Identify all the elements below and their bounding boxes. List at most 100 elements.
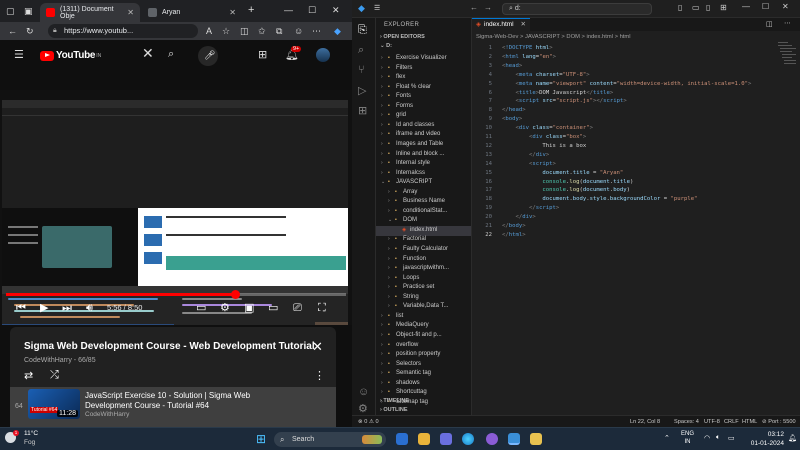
manage-gear-icon[interactable]: ⚙ <box>358 402 368 415</box>
minimap[interactable] <box>778 42 796 72</box>
folder-item[interactable]: › ▪ String <box>376 293 471 303</box>
code-line[interactable]: 9 <body> <box>472 115 800 124</box>
split-screen-icon[interactable]: ◫ <box>240 26 249 36</box>
folder-item[interactable]: › ▪ Semantic tag <box>376 369 471 379</box>
next-icon[interactable]: ⏭ <box>62 301 72 315</box>
cast-icon[interactable]: ⎚ <box>293 301 302 315</box>
folder-item[interactable]: › ▪ Practice set <box>376 283 471 293</box>
folder-item[interactable]: › ▪ Filters <box>376 64 471 74</box>
line-endings[interactable]: CRLF <box>724 417 739 427</box>
folder-item[interactable]: › ▪ Float % clear <box>376 83 471 93</box>
menu-icon[interactable]: ☰ <box>374 4 380 12</box>
favorite-icon[interactable]: ☆ <box>222 26 230 36</box>
theater-mode-icon[interactable]: ▭ <box>268 301 278 315</box>
toggle-sidebar-icon[interactable]: ▯ <box>678 3 682 12</box>
file-item[interactable]: ◈ index.html <box>376 225 471 236</box>
source-control-icon[interactable]: ⑂ <box>358 64 365 76</box>
tray-overflow-chevron-icon[interactable]: ⌃ <box>664 434 670 442</box>
code-line[interactable]: 20 </div> <box>472 213 800 222</box>
minimize-button[interactable]: — <box>742 2 750 11</box>
volume-icon[interactable]: 🔊︎ <box>86 301 93 315</box>
maximize-button[interactable]: ☐ <box>308 5 316 15</box>
settings-gear-icon[interactable]: ⚙ <box>220 301 230 315</box>
code-line[interactable]: 16 console.log(document.title) <box>472 178 800 187</box>
code-line[interactable]: 21 </body> <box>472 222 800 231</box>
folder-item[interactable]: › ▪ Business Name <box>376 197 471 207</box>
tab-aryan[interactable]: Aryan ✕ <box>142 3 242 22</box>
folder-item[interactable]: › ▪ Shortcuttag <box>376 388 471 398</box>
hamburger-menu-icon[interactable]: ☰ <box>14 50 24 61</box>
playlist-item-current[interactable]: 64 Tutorial #64 11:28 JavaScript Exercis… <box>10 387 336 427</box>
voice-search-button[interactable]: 🎤︎ <box>198 46 218 66</box>
customize-layout-icon[interactable]: ⊞ <box>720 3 727 12</box>
folder-item[interactable]: › ▪ MediaQuery <box>376 321 471 331</box>
more-actions-icon[interactable]: ⋯ <box>784 19 791 27</box>
refresh-icon[interactable]: ↻ <box>26 26 34 36</box>
miniplayer-icon[interactable]: ▣ <box>244 301 254 315</box>
close-window-button[interactable]: ✕ <box>332 5 340 15</box>
code-line[interactable]: 1 <!DOCTYPE html> <box>472 44 800 53</box>
avatar[interactable] <box>316 48 330 62</box>
folder-item[interactable]: › ▪ Loops <box>376 274 471 284</box>
extensions-icon[interactable]: ⊞ <box>358 104 367 117</box>
folder-item[interactable]: › ▪ Inline and block ... <box>376 150 471 160</box>
folder-item[interactable]: › ▪ Array <box>376 188 471 198</box>
more-options-icon[interactable]: ⋮ <box>314 369 325 382</box>
code-line[interactable]: 10 <div class="container"> <box>472 124 800 133</box>
folder-item[interactable]: › ▪ javascriptwithm... <box>376 264 471 274</box>
root-folder-section[interactable]: ⌄ D: <box>380 43 392 49</box>
folder-item[interactable]: › ▪ Forms <box>376 102 471 112</box>
start-windows-icon[interactable]: ⊞ <box>256 432 266 446</box>
code-line[interactable]: 15 document.title = "Aryan" <box>472 169 800 178</box>
back-icon[interactable]: ← <box>470 3 478 12</box>
encoding[interactable]: UTF-8 <box>704 417 720 427</box>
youtube-logo[interactable]: YouTube IN <box>40 50 101 61</box>
folder-item[interactable]: › ▪ Internalcss <box>376 169 471 179</box>
favorites-icon[interactable]: ✩ <box>258 26 266 36</box>
language-mode[interactable]: HTML <box>742 417 757 427</box>
folder-item[interactable]: › ▪ Internal style <box>376 159 471 169</box>
workspaces-icon[interactable]: ▣ <box>24 6 33 16</box>
command-search-input[interactable]: ⌕ d: <box>502 3 652 15</box>
code-line[interactable]: 14 <script> <box>472 160 800 169</box>
more-menu-icon[interactable]: ⋯ <box>312 26 321 36</box>
taskbar-search[interactable]: ⌕ Search <box>274 432 386 447</box>
folder-item[interactable]: › ▪ Selectors <box>376 360 471 370</box>
notification-bell-icon[interactable]: 🔔︎ <box>788 434 797 442</box>
folder-icon[interactable] <box>530 433 542 445</box>
read-aloud-icon[interactable]: A <box>206 26 212 36</box>
folder-item[interactable]: › ▪ list <box>376 312 471 322</box>
tab-document-object[interactable]: (1311) Document Obje ✕ <box>40 3 140 22</box>
explorer-icon[interactable]: ⎘ <box>358 24 367 37</box>
toggle-panel-icon[interactable]: ▭ <box>692 3 700 12</box>
code-line[interactable]: 8 </head> <box>472 106 800 115</box>
search-icon[interactable]: ⌕ <box>168 49 174 60</box>
code-line[interactable]: 22 </html> <box>472 231 800 240</box>
loop-icon[interactable]: ⇄ <box>24 369 33 382</box>
shuffle-icon[interactable]: ⤮ <box>50 369 59 382</box>
indentation[interactable]: Spaces: 4 <box>674 417 699 427</box>
maximize-button[interactable]: ☐ <box>762 2 769 11</box>
run-debug-icon[interactable]: ▷ <box>358 84 366 97</box>
folder-item[interactable]: › ▪ shadows <box>376 379 471 389</box>
clear-search-icon[interactable]: ✕ <box>142 46 154 60</box>
folder-item[interactable]: ⌄ ▪ JAVASCRIPT <box>376 178 471 188</box>
folder-item[interactable]: › ▪ Exercise Visualizer <box>376 54 471 64</box>
play-icon[interactable]: ▶ <box>40 301 48 315</box>
previous-icon[interactable]: ⏮ <box>16 301 26 315</box>
code-line[interactable]: 3 <head> <box>472 62 800 71</box>
weather-condition[interactable]: Fog <box>24 439 35 446</box>
open-editors-section[interactable]: › OPEN EDITORS <box>380 34 425 40</box>
fullscreen-icon[interactable]: ⛶ <box>318 301 326 315</box>
code-line[interactable]: 12 This is a box <box>472 142 800 151</box>
vscode-taskbar-icon[interactable] <box>508 433 520 445</box>
code-line[interactable]: 19 </script> <box>472 204 800 213</box>
folder-item[interactable]: › ▪ overflow <box>376 341 471 351</box>
folder-item[interactable]: › ▪ conditionalStat... <box>376 207 471 217</box>
subtitles-icon[interactable]: ▭ <box>196 301 206 315</box>
code-line[interactable]: 11 <div class="box"> <box>472 133 800 142</box>
cursor-position[interactable]: Ln 22, Col 8 <box>630 417 660 427</box>
teams-icon[interactable] <box>440 433 452 445</box>
file-explorer-icon[interactable] <box>418 433 430 445</box>
problems-indicator[interactable]: ⊗ 0 ⚠ 0 <box>358 417 379 427</box>
